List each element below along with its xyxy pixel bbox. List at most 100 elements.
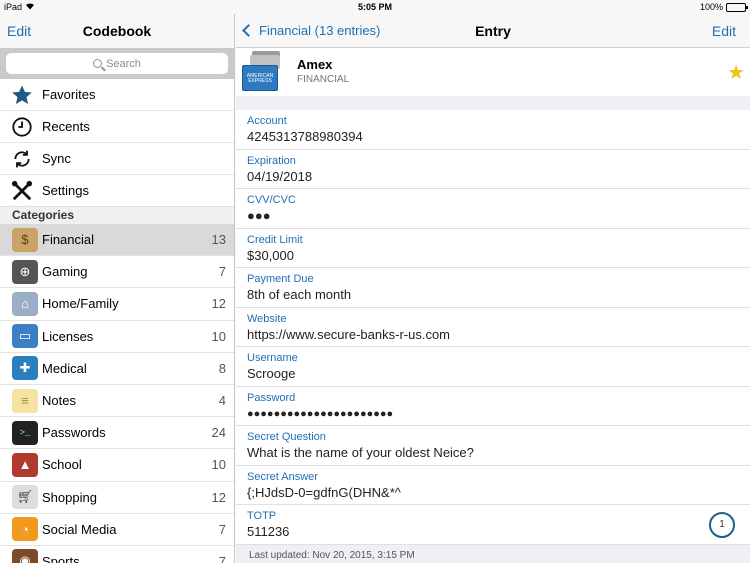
entry-category: FINANCIAL (297, 74, 350, 85)
category-row-licenses[interactable]: ▭ Licenses 10 (0, 321, 234, 353)
category-count: 12 (211, 296, 226, 312)
category-count: 12 (211, 489, 226, 505)
money-bag-icon: $ (12, 227, 38, 252)
category-count: 24 (211, 425, 226, 441)
category-label: Shopping (42, 489, 97, 505)
category-count: 7 (218, 553, 226, 563)
field-value: ●●●●●●●●●●●●●●●●●●●●●● (247, 407, 394, 420)
field-label: Secret Question (247, 431, 326, 443)
category-row-school[interactable]: ▲ School 10 (0, 449, 234, 482)
field-value: 8th of each month (247, 287, 352, 302)
field-label: Credit Limit (247, 233, 303, 246)
battery-icon (726, 2, 748, 12)
field-label: CVV/CVC (247, 194, 296, 206)
gamepad-icon: ⊕ (12, 259, 38, 284)
categories-header: Categories (0, 207, 234, 224)
category-count: 7 (218, 264, 226, 280)
field-label: TOTP (247, 510, 277, 522)
sidebar-item-label: Recents (42, 119, 90, 134)
sidebar-item-sync[interactable]: Sync (0, 143, 234, 175)
sidebar-item-settings[interactable]: Settings (0, 175, 234, 207)
category-row-sports[interactable]: ◉ Sports 7 (0, 546, 234, 563)
field-value: 04/19/2018 (247, 168, 313, 184)
field-label: Password (247, 391, 296, 404)
sidebar-title: Codebook (82, 23, 152, 39)
field-account[interactable]: Account 4245313788980394 (236, 110, 750, 150)
clock-icon (10, 115, 34, 139)
laptop-icon: ▭ (12, 324, 38, 349)
search-placeholder: Search (106, 57, 141, 70)
detail-title: Entry (475, 23, 511, 39)
field-payment-due[interactable]: Payment Due 8th of each month (236, 268, 750, 308)
entry-detail: Financial (13 entries) Entry Edit AMERIC… (236, 14, 750, 563)
field-label: Account (247, 115, 287, 127)
credit-card-icon: AMERICAN EXPRESS (242, 51, 282, 91)
clock: 5:05 PM (357, 2, 392, 12)
category-label: Sports (42, 553, 80, 563)
sidebar: Edit Codebook Search Favorites Recents S… (0, 14, 235, 563)
search-input[interactable]: Search (6, 53, 228, 74)
field-totp[interactable]: TOTP 511236 1 (236, 505, 750, 545)
category-label: School (42, 457, 82, 473)
category-row-social-media[interactable]: ◔ Social Media 7 (0, 514, 234, 546)
category-label: Gaming (42, 264, 88, 280)
category-row-notes[interactable]: ≡ Notes 4 (0, 385, 234, 418)
favorite-star-icon[interactable]: ★ (727, 60, 745, 85)
category-row-medical[interactable]: ✚ Medical 8 (0, 353, 234, 385)
search-icon (93, 59, 103, 68)
detail-nav-bar: Financial (13 entries) Entry Edit (236, 14, 750, 48)
category-row-financial[interactable]: $ Financial 13 (0, 224, 234, 257)
field-expiration[interactable]: Expiration 04/19/2018 (236, 149, 750, 189)
sidebar-item-label: Sync (42, 151, 71, 166)
category-label: Home/Family (42, 296, 119, 312)
field-website[interactable]: Website https://www.secure-banks-r-us.co… (236, 307, 750, 347)
category-row-passwords[interactable]: >_ Passwords 24 (0, 417, 234, 450)
battery-percent: 100% (699, 2, 723, 12)
field-label: Payment Due (247, 273, 314, 285)
category-row-gaming[interactable]: ⊕ Gaming 7 (0, 256, 234, 289)
sidebar-item-favorites[interactable]: Favorites (0, 79, 234, 111)
field-credit-limit[interactable]: Credit Limit $30,000 (236, 228, 750, 268)
category-count: 7 (218, 521, 226, 537)
field-value: ●●● (247, 208, 271, 223)
field-value: https://www.secure-banks-r-us.com (247, 326, 451, 342)
category-label: Social Media (42, 521, 117, 537)
last-updated: Last updated: Nov 20, 2015, 3:15 PM (249, 550, 415, 561)
field-label: Username (247, 352, 298, 364)
detail-edit-button[interactable]: Edit (712, 23, 736, 39)
field-label: Website (247, 312, 287, 325)
search-bar: Search (0, 48, 234, 79)
category-row-shopping[interactable]: 🛒︎ Shopping 12 (0, 482, 234, 514)
terminal-icon: >_ (12, 420, 38, 445)
category-label: Financial (42, 232, 95, 248)
school-icon: ▲ (12, 452, 38, 477)
chat-icon: ◔ (12, 517, 38, 542)
category-count: 13 (211, 232, 226, 248)
category-label: Licenses (42, 328, 94, 344)
tools-icon (10, 179, 34, 203)
field-cvv[interactable]: CVV/CVC ●●● (236, 189, 750, 229)
field-value: {;HJdsD-0=gdfnG(DHN&*^ (247, 484, 401, 500)
entry-header: AMERICAN EXPRESS Amex FINANCIAL ★ (236, 48, 750, 96)
field-value: 4245313788980394 (247, 129, 363, 144)
field-secret-answer[interactable]: Secret Answer {;HJdsD-0=gdfnG(DHN&*^ (236, 465, 750, 505)
category-label: Passwords (42, 425, 106, 441)
medical-icon: ✚ (12, 356, 38, 381)
sidebar-item-recents[interactable]: Recents (0, 111, 234, 143)
field-label: Secret Answer (247, 470, 318, 483)
cart-icon: 🛒︎ (12, 485, 38, 510)
field-secret-question[interactable]: Secret Question What is the name of your… (236, 426, 750, 466)
category-label: Notes (42, 393, 76, 409)
star-icon (10, 83, 34, 107)
football-icon: ◉ (12, 549, 38, 563)
category-row-home-family[interactable]: ⌂ Home/Family 12 (0, 288, 234, 321)
field-username[interactable]: Username Scrooge (236, 347, 750, 387)
category-label: Medical (42, 360, 87, 376)
category-count: 10 (211, 328, 226, 344)
sync-icon (10, 147, 34, 171)
field-value: 511236 (247, 524, 290, 539)
category-count: 10 (211, 457, 226, 473)
sidebar-item-label: Favorites (42, 87, 96, 102)
field-password[interactable]: Password ●●●●●●●●●●●●●●●●●●●●●● (236, 386, 750, 426)
field-value: $30,000 (247, 247, 294, 263)
